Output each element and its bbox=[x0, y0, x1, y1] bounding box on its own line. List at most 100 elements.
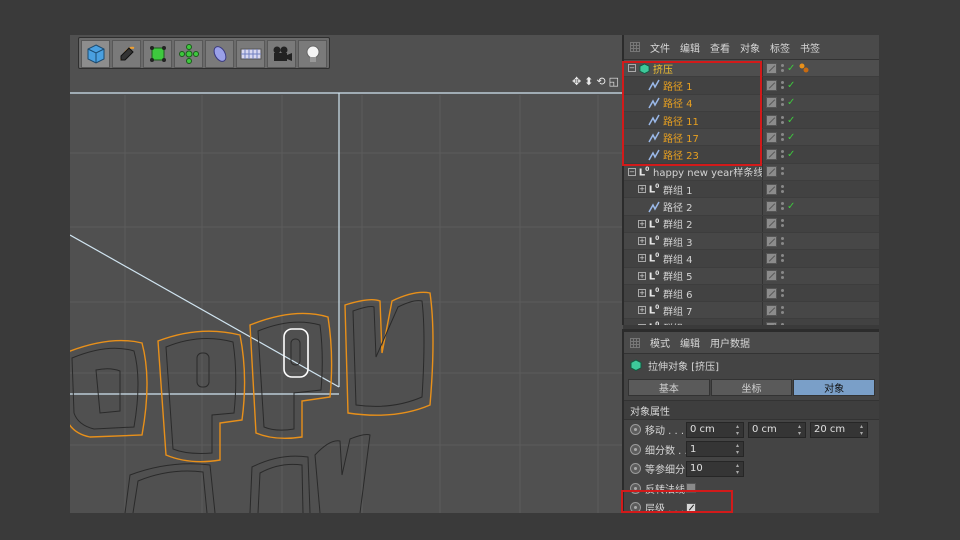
layer-icon[interactable] bbox=[766, 252, 777, 264]
scale-view-icon[interactable]: ⬍ bbox=[584, 75, 593, 88]
subdivision-field[interactable]: 1 bbox=[686, 441, 744, 458]
visibility-dots-icon[interactable] bbox=[780, 270, 785, 281]
expand-icon[interactable]: + bbox=[638, 271, 646, 280]
expand-icon[interactable]: + bbox=[638, 219, 646, 228]
enabled-check-icon[interactable]: ✓ bbox=[787, 201, 795, 212]
layer-icon[interactable] bbox=[766, 270, 777, 282]
menu-edit[interactable]: 编辑 bbox=[680, 40, 700, 55]
tree-row[interactable]: 路径 2 ✓ bbox=[624, 198, 879, 216]
layer-icon[interactable] bbox=[766, 201, 777, 213]
flip-normals-checkbox[interactable] bbox=[686, 483, 696, 494]
visibility-dots-icon[interactable] bbox=[780, 80, 785, 91]
maximize-view-icon[interactable]: ◱ bbox=[609, 75, 619, 88]
tree-row[interactable]: 路径 4 ✓ bbox=[624, 94, 879, 112]
collapse-icon[interactable]: − bbox=[628, 64, 636, 73]
animate-radio-icon[interactable] bbox=[630, 443, 641, 455]
camera-icon[interactable] bbox=[267, 40, 296, 68]
panel-grip-icon[interactable] bbox=[630, 42, 640, 52]
floor-grid-icon[interactable] bbox=[236, 40, 265, 68]
visibility-dots-icon[interactable] bbox=[780, 149, 785, 160]
move-x-field[interactable]: 0 cm bbox=[686, 421, 744, 438]
animate-radio-icon[interactable] bbox=[630, 463, 641, 475]
visibility-dots-icon[interactable] bbox=[780, 253, 785, 264]
layer-icon[interactable] bbox=[766, 287, 777, 299]
visibility-dots-icon[interactable] bbox=[780, 288, 785, 299]
tree-row[interactable]: + L0 群组 4 bbox=[624, 250, 879, 268]
layer-icon[interactable] bbox=[766, 183, 777, 195]
tree-row[interactable]: + L0 群组 7 bbox=[624, 302, 879, 320]
collapse-icon[interactable]: − bbox=[628, 167, 636, 176]
layer-icon[interactable] bbox=[766, 218, 777, 230]
tree-row[interactable]: − 挤压 ✓ bbox=[624, 60, 879, 78]
menu-mode[interactable]: 模式 bbox=[650, 335, 670, 350]
animate-radio-icon[interactable] bbox=[630, 502, 641, 514]
visibility-dots-icon[interactable] bbox=[780, 218, 785, 229]
expand-icon[interactable]: + bbox=[638, 237, 646, 246]
layer-icon[interactable] bbox=[766, 97, 777, 109]
move-view-icon[interactable]: ✥ bbox=[572, 75, 581, 88]
tree-row[interactable]: 路径 23 ✓ bbox=[624, 146, 879, 164]
visibility-dots-icon[interactable] bbox=[780, 115, 785, 126]
menu-view[interactable]: 查看 bbox=[710, 40, 730, 55]
enabled-check-icon[interactable]: ✓ bbox=[787, 80, 795, 91]
layer-icon[interactable] bbox=[766, 79, 777, 91]
visibility-dots-icon[interactable] bbox=[780, 132, 785, 143]
menu-tags[interactable]: 标签 bbox=[770, 40, 790, 55]
rotate-view-icon[interactable]: ⟲ bbox=[596, 75, 605, 88]
tab-coordinates[interactable]: 坐标 bbox=[710, 379, 793, 396]
tree-row[interactable]: 路径 17 ✓ bbox=[624, 129, 879, 147]
visibility-dots-icon[interactable] bbox=[780, 305, 785, 316]
tree-row[interactable]: 路径 1 ✓ bbox=[624, 77, 879, 95]
menu-objects[interactable]: 对象 bbox=[740, 40, 760, 55]
move-y-field[interactable]: 0 cm bbox=[748, 421, 806, 438]
enabled-check-icon[interactable]: ✓ bbox=[787, 132, 795, 143]
menu-bookmarks[interactable]: 书签 bbox=[800, 40, 820, 55]
light-bulb-icon[interactable] bbox=[298, 40, 327, 68]
cube-icon[interactable] bbox=[81, 40, 110, 68]
expand-icon[interactable]: + bbox=[638, 323, 646, 325]
tab-object[interactable]: 对象 bbox=[793, 379, 876, 396]
animate-radio-icon[interactable] bbox=[630, 482, 641, 494]
tree-row[interactable]: − L0 happy new year样条线 bbox=[624, 163, 879, 182]
visibility-dots-icon[interactable] bbox=[780, 166, 785, 177]
cloner-icon[interactable] bbox=[174, 40, 203, 68]
tab-basic[interactable]: 基本 bbox=[628, 379, 710, 396]
layer-icon[interactable] bbox=[766, 62, 777, 74]
enabled-check-icon[interactable]: ✓ bbox=[787, 63, 795, 74]
menu-user-data[interactable]: 用户数据 bbox=[710, 335, 750, 350]
layer-icon[interactable] bbox=[766, 131, 777, 143]
tree-row[interactable]: + L0 群组 6 bbox=[624, 284, 879, 303]
menu-file[interactable]: 文件 bbox=[650, 40, 670, 55]
tree-row[interactable]: + L0 群组 5 bbox=[624, 267, 879, 285]
expand-icon[interactable]: + bbox=[638, 254, 646, 263]
tree-row[interactable]: 路径 11 ✓ bbox=[624, 111, 879, 130]
tree-row[interactable]: +L0群组 8 bbox=[624, 319, 879, 325]
expand-icon[interactable]: + bbox=[638, 306, 646, 315]
tree-row[interactable]: + L0 群组 3 bbox=[624, 232, 879, 251]
tree-row[interactable]: + L0 群组 2 bbox=[624, 215, 879, 233]
visibility-dots-icon[interactable] bbox=[780, 97, 785, 108]
layer-icon[interactable] bbox=[766, 149, 777, 161]
visibility-dots-icon[interactable] bbox=[780, 236, 785, 247]
tree-row[interactable]: + L0 群组 1 bbox=[624, 181, 879, 199]
subdivision-generator-icon[interactable] bbox=[143, 40, 172, 68]
3d-viewport[interactable]: ✥ ⬍ ⟲ ◱ bbox=[70, 35, 623, 513]
layer-icon[interactable] bbox=[766, 304, 777, 316]
layer-icon[interactable] bbox=[766, 166, 777, 178]
deformer-icon[interactable] bbox=[205, 40, 234, 68]
move-z-field[interactable]: 20 cm bbox=[810, 421, 868, 438]
isoparm-field[interactable]: 10 bbox=[686, 460, 744, 477]
pen-spline-icon[interactable] bbox=[112, 40, 141, 68]
layer-icon[interactable] bbox=[766, 322, 777, 325]
panel-grip-icon[interactable] bbox=[630, 337, 640, 348]
hierarchy-checkbox[interactable] bbox=[686, 502, 696, 513]
expand-icon[interactable]: + bbox=[638, 289, 646, 297]
menu-edit[interactable]: 编辑 bbox=[680, 335, 700, 350]
visibility-dots-icon[interactable] bbox=[780, 322, 785, 325]
layer-icon[interactable] bbox=[766, 235, 777, 247]
visibility-dots-icon[interactable] bbox=[780, 63, 785, 74]
expand-icon[interactable]: + bbox=[638, 185, 646, 194]
visibility-dots-icon[interactable] bbox=[780, 184, 785, 195]
enabled-check-icon[interactable]: ✓ bbox=[787, 115, 795, 126]
tag-icon[interactable] bbox=[798, 62, 810, 74]
